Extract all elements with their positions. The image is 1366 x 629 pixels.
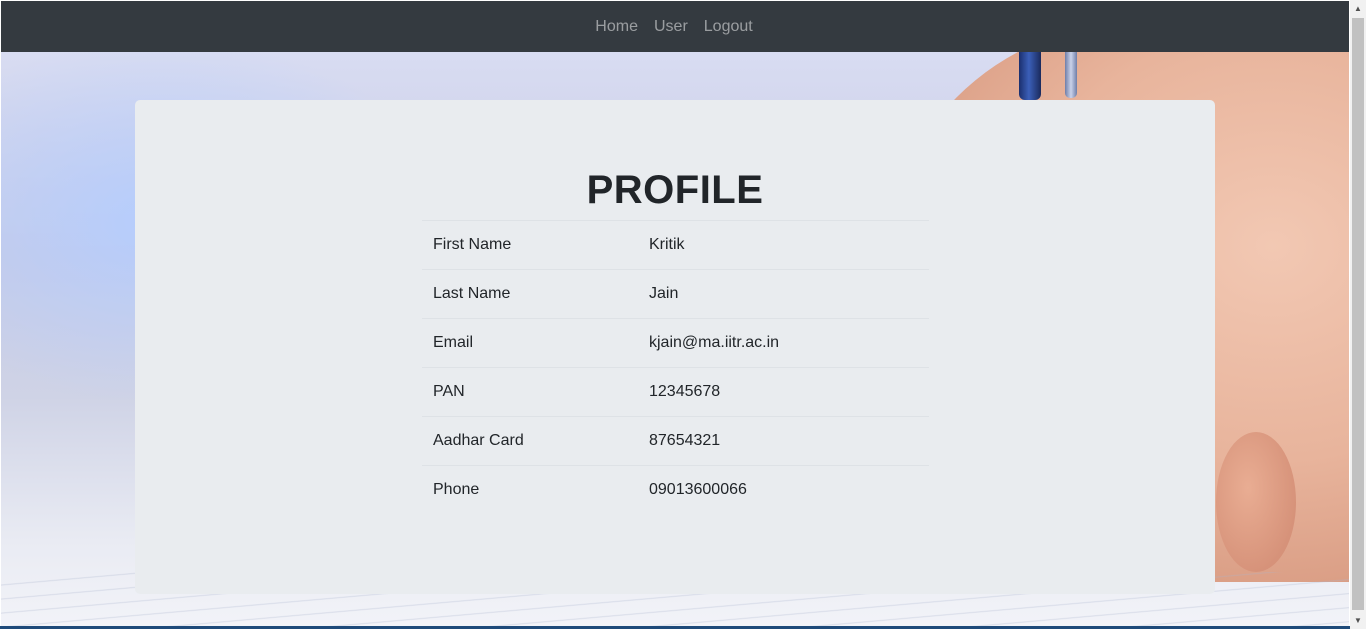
- nav-link-logout[interactable]: Logout: [696, 3, 761, 51]
- knuckle-image: [1216, 432, 1296, 572]
- field-value-first-name: Kritik: [638, 220, 929, 270]
- page-title: PROFILE: [586, 168, 764, 212]
- field-value-last-name: Jain: [638, 269, 929, 319]
- page: Home User Logout PROFILE First Name Krit…: [1, 1, 1349, 627]
- table-row: First Name Kritik: [422, 220, 929, 270]
- field-label-first-name: First Name: [422, 220, 638, 270]
- table-row: Email kjain@ma.iitr.ac.in: [422, 318, 929, 368]
- nav-links: Home User Logout: [587, 3, 760, 51]
- table-row: Aadhar Card 87654321: [422, 416, 929, 466]
- field-label-phone: Phone: [422, 465, 638, 514]
- table-row: Last Name Jain: [422, 269, 929, 319]
- nav-link-home[interactable]: Home: [587, 3, 646, 51]
- scroll-down-arrow-icon[interactable]: ▼: [1350, 612, 1366, 629]
- top-navbar: Home User Logout: [1, 1, 1349, 52]
- field-label-aadhar-card: Aadhar Card: [422, 416, 638, 466]
- field-value-pan: 12345678: [638, 367, 929, 417]
- field-label-email: Email: [422, 318, 638, 368]
- table-row: Phone 09013600066: [422, 465, 929, 514]
- pen-image: [1019, 52, 1041, 100]
- vertical-scrollbar[interactable]: ▲ ▼: [1350, 0, 1366, 629]
- field-value-email: kjain@ma.iitr.ac.in: [638, 318, 929, 368]
- nav-link-user[interactable]: User: [646, 3, 696, 51]
- field-value-phone: 09013600066: [638, 465, 929, 514]
- field-label-pan: PAN: [422, 367, 638, 417]
- scroll-up-arrow-icon[interactable]: ▲: [1350, 0, 1366, 17]
- field-label-last-name: Last Name: [422, 269, 638, 319]
- table-row: PAN 12345678: [422, 367, 929, 417]
- profile-table: First Name Kritik Last Name Jain Email k…: [422, 220, 929, 514]
- profile-card: PROFILE First Name Kritik Last Name Jain…: [135, 100, 1215, 594]
- pen-clip-image: [1065, 52, 1077, 98]
- browser-viewport: Home User Logout PROFILE First Name Krit…: [0, 0, 1366, 629]
- field-value-aadhar-card: 87654321: [638, 416, 929, 466]
- scrollbar-thumb[interactable]: [1352, 18, 1364, 610]
